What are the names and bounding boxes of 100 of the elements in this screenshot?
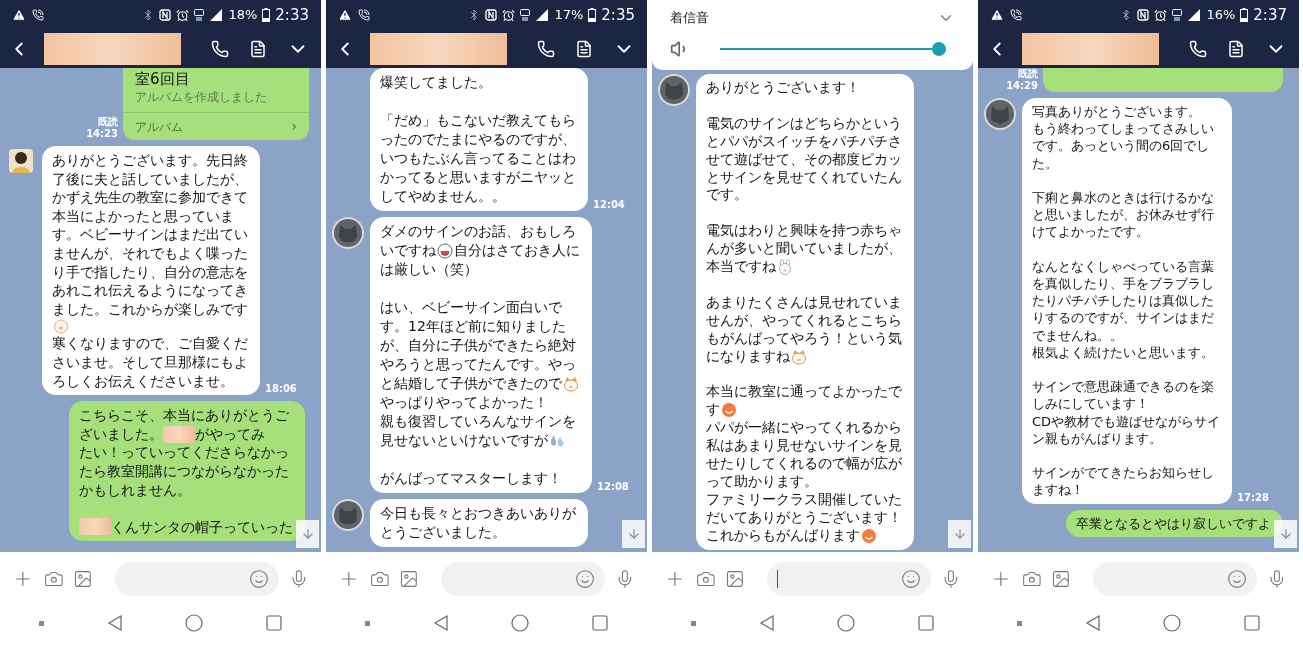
- message-text: す: [706, 401, 720, 420]
- arrow-down-icon[interactable]: [1278, 527, 1293, 541]
- album-link[interactable]: アルバム ›: [123, 112, 309, 140]
- alarm-icon: [1154, 8, 1168, 22]
- image-icon[interactable]: [725, 568, 746, 589]
- message-text: って助かります。: [706, 472, 819, 491]
- rabbit-head-icon: [777, 259, 793, 275]
- recents-icon[interactable]: [917, 615, 934, 631]
- message-time: 17:28: [1237, 491, 1269, 504]
- phone-icon[interactable]: [537, 40, 555, 58]
- message-text: ろしくお伝えくださいませ。: [52, 371, 235, 391]
- document-icon[interactable]: [249, 40, 267, 58]
- emoji-icon[interactable]: [1227, 568, 1248, 589]
- message-text: ました。これからが楽しみです: [52, 299, 248, 319]
- image-icon[interactable]: [73, 568, 94, 589]
- arrow-down-icon[interactable]: [952, 527, 967, 541]
- battery-icon: [588, 8, 597, 22]
- emoji-icon[interactable]: [249, 568, 270, 589]
- message-input-field[interactable]: [115, 561, 280, 596]
- clock-time: 2:35: [601, 4, 635, 26]
- emoji-icon[interactable]: [901, 568, 922, 589]
- recents-icon[interactable]: [1243, 615, 1260, 631]
- battery-level: 17%: [554, 6, 584, 25]
- album-subtitle: アルバムを作成しました: [134, 89, 268, 106]
- arrow-down-icon[interactable]: [300, 527, 315, 541]
- animal-head-icon: [563, 375, 579, 392]
- message-text: くんサンタの帽子っていった: [111, 517, 293, 537]
- phone-icon[interactable]: [211, 40, 229, 58]
- volume-label: 着信音: [670, 9, 709, 28]
- message-text: せたりしてくれるので幅が広が: [706, 454, 902, 473]
- message-text: 寒くなりますので、ご自愛くだ: [52, 334, 248, 353]
- message-text: す。ベビーサインはまだ出てい: [52, 225, 248, 244]
- message-input-field[interactable]: [1093, 561, 1258, 596]
- message-text: かもしれません。: [79, 480, 192, 500]
- signal-icon: [209, 9, 224, 21]
- nfc-icon: [1137, 9, 1150, 21]
- network-type-icon: [1172, 9, 1183, 21]
- network-type-icon: [520, 9, 531, 21]
- network-type-icon: [194, 9, 205, 21]
- recents-icon[interactable]: [265, 615, 282, 631]
- message-text: 本当に教室に通ってよかったで: [706, 383, 902, 402]
- emoji-icon[interactable]: [575, 568, 596, 589]
- message-text: たい！っていってくださらなかっ: [79, 443, 290, 462]
- document-icon[interactable]: [575, 40, 593, 58]
- pig-face-icon: [53, 318, 69, 335]
- recents-icon[interactable]: [591, 615, 608, 631]
- message-text: 本当によかったと思っていま: [52, 206, 235, 226]
- message-text: はい、ベビーサイン面白いで: [380, 298, 563, 317]
- message-input-field[interactable]: [767, 561, 932, 596]
- message-text: 下痢と鼻水のときは行けるかな と思いましたが、お休みせず行 けてよかったです。: [1032, 189, 1215, 241]
- message-time: 12:08: [597, 481, 629, 493]
- grinning-face-icon: [437, 242, 453, 259]
- message-text: やろうと思ってたんです。やっ: [380, 355, 577, 374]
- clock-time: 2:33: [275, 4, 309, 26]
- message-text: もがんばってやろう！という気: [706, 329, 902, 348]
- message-text: 電気のサインはどちらかという とパパがスイッチをパチパチさ せて遊ばせて、その都度ピカッ とサインを見せてくれていたん です。: [706, 114, 902, 205]
- warning-icon: [990, 8, 1004, 22]
- message-text: ざいました。: [79, 424, 163, 444]
- phone-icon[interactable]: [1189, 40, 1207, 58]
- message-text: 電気はわりと興味を持つ赤ちゃ: [706, 222, 902, 241]
- read-receipt: 既読: [1018, 68, 1038, 80]
- alarm-icon: [502, 8, 516, 22]
- nfc-icon: [485, 9, 498, 21]
- battery-icon: [1240, 8, 1249, 22]
- message-text: ファミリークラス開催していた: [706, 490, 902, 509]
- message-text: なんとなくしゃべっている言葉 を真似したり、手をブラブラし たりパチパチしたりは真似した りするのですが、サインはまだ でませんね。。 根気よく続けたいと思います。: [1032, 257, 1215, 361]
- message-text: さいませ。そして旦那様にもよ: [52, 352, 248, 372]
- read-receipt: 既読: [98, 116, 118, 128]
- home-icon[interactable]: [1163, 614, 1182, 632]
- message-time: 12:04: [593, 199, 625, 211]
- redacted-block: [79, 518, 111, 536]
- image-icon[interactable]: [1051, 568, 1072, 589]
- album-title: 室6回目: [134, 69, 191, 89]
- alarm-icon: [176, 8, 190, 22]
- home-icon[interactable]: [511, 614, 530, 632]
- message-text: 卒業となるとやはり寂しいですよ: [1076, 514, 1271, 532]
- home-icon[interactable]: [185, 614, 204, 632]
- signal-icon: [1187, 9, 1202, 21]
- wifi-calling-icon: [1010, 9, 1022, 21]
- arrow-down-icon[interactable]: [626, 527, 641, 541]
- home-icon[interactable]: [837, 614, 856, 632]
- message-text: サインがでてきたらお知らせし ますね！: [1032, 464, 1215, 499]
- message-text: ダメのサインのお話、おもしろ: [380, 222, 577, 241]
- message-text: やっぱりやってよかった！: [380, 393, 549, 412]
- message-text: 本当ですね: [706, 258, 776, 276]
- message-text: は厳しい（笑）: [380, 260, 479, 279]
- message-text: あまりたくさんは見せれていま: [706, 293, 902, 312]
- message-text: サインで意思疎通できるのを楽 しみにしています！ CDや教材でも遊ばせながらサイ ン親もがんばります。: [1032, 378, 1221, 447]
- slider-thumb[interactable]: [932, 42, 946, 56]
- message-input-field[interactable]: [441, 561, 606, 596]
- avatar: [658, 74, 690, 106]
- redacted-block: [163, 425, 195, 443]
- document-icon[interactable]: [1227, 40, 1245, 58]
- avatar: [332, 499, 364, 531]
- message-text: 了後に夫と話していましたが、: [52, 169, 248, 189]
- smiling-face-icon: [721, 402, 737, 419]
- nfc-icon: [159, 9, 172, 21]
- message-text: 今日も長々とおつきあいありが とうございました。: [380, 504, 576, 542]
- avatar: [984, 98, 1016, 130]
- image-icon[interactable]: [399, 568, 420, 589]
